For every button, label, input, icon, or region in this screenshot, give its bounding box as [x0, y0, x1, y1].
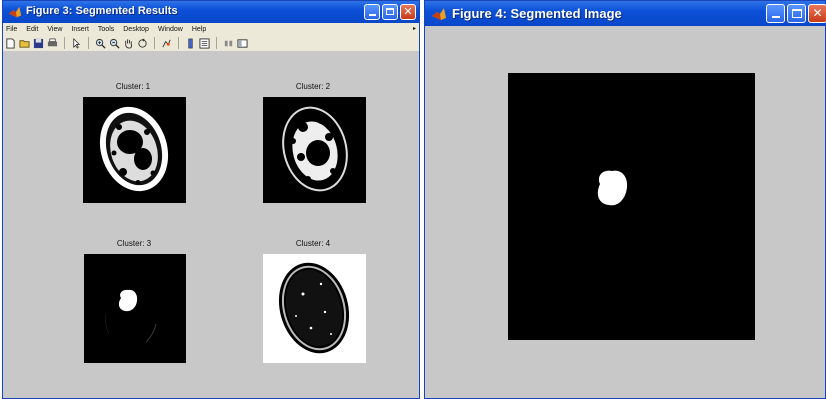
menu-bar: File Edit View Insert Tools Desktop Wind…	[3, 23, 419, 35]
subplot-title-3: Cluster: 3	[116, 239, 152, 248]
save-icon[interactable]	[33, 38, 44, 49]
minimize-button[interactable]	[364, 4, 380, 20]
maximize-button[interactable]	[787, 4, 806, 23]
new-file-icon[interactable]	[5, 37, 16, 49]
hide-plot-tools-icon[interactable]	[223, 38, 234, 49]
window-title: Figure 3: Segmented Results	[26, 5, 178, 17]
pointer-arrow-icon[interactable]	[71, 37, 82, 49]
figure-4-window[interactable]: Figure 4: Segmented Image ✕	[424, 0, 826, 399]
print-icon[interactable]	[47, 38, 58, 49]
data-cursor-icon[interactable]	[161, 38, 172, 49]
zoom-in-icon[interactable]	[95, 38, 106, 49]
maximize-icon	[386, 8, 394, 15]
cluster-2-image[interactable]	[263, 97, 366, 203]
cluster-1-image[interactable]	[83, 97, 186, 203]
open-folder-icon[interactable]	[19, 38, 30, 49]
toolbar-separator	[64, 37, 65, 49]
figure-3-window[interactable]: Figure 3: Segmented Results ✕ File Edit …	[2, 0, 420, 399]
menu-window[interactable]: Window	[158, 26, 183, 33]
subplot-title-1: Cluster: 1	[115, 82, 151, 91]
minimize-button[interactable]	[766, 4, 785, 23]
menu-edit[interactable]: Edit	[26, 26, 38, 33]
menu-insert[interactable]: Insert	[71, 26, 89, 33]
figure-canvas	[425, 26, 825, 398]
window-title: Figure 4: Segmented Image	[452, 6, 622, 21]
toolbar-separator	[154, 37, 155, 49]
rotate-3d-icon[interactable]	[137, 38, 148, 49]
maximize-icon	[792, 9, 802, 18]
colorbar-icon[interactable]	[185, 38, 196, 49]
close-icon: ✕	[403, 5, 413, 18]
menu-tools[interactable]: Tools	[98, 26, 114, 33]
cluster-3-image[interactable]	[84, 254, 186, 363]
cluster-4-image[interactable]	[263, 254, 366, 363]
matlab-icon	[432, 8, 446, 20]
pan-hand-icon[interactable]	[123, 38, 134, 49]
menu-view[interactable]: View	[47, 26, 62, 33]
segmented-image[interactable]	[508, 73, 755, 340]
show-plot-tools-icon[interactable]	[237, 38, 248, 49]
toolbar-separator	[178, 37, 179, 49]
title-bar[interactable]: Figure 3: Segmented Results ✕	[3, 1, 419, 23]
maximize-button[interactable]	[382, 4, 398, 20]
matlab-icon	[8, 6, 22, 18]
zoom-out-icon[interactable]	[109, 38, 120, 49]
close-button[interactable]: ✕	[808, 4, 826, 23]
menu-file[interactable]: File	[6, 26, 17, 33]
menu-desktop[interactable]: Desktop	[123, 26, 149, 33]
toolbar	[3, 35, 419, 52]
toolbar-separator	[216, 37, 217, 49]
subplot-title-2: Cluster: 2	[295, 82, 331, 91]
close-button[interactable]: ✕	[400, 4, 416, 20]
legend-icon[interactable]	[199, 37, 210, 49]
close-icon: ✕	[812, 6, 823, 20]
subplot-title-4: Cluster: 4	[295, 239, 331, 248]
title-bar[interactable]: Figure 4: Segmented Image ✕	[425, 1, 826, 26]
menu-overflow-arrow-icon[interactable]: ▸	[413, 25, 416, 32]
figure-canvas: Cluster: 1 Cluster: 2 Cluster: 3 Cluster…	[3, 51, 419, 398]
toolbar-separator	[88, 37, 89, 49]
minimize-icon	[369, 14, 376, 16]
menu-help[interactable]: Help	[192, 26, 206, 33]
minimize-icon	[772, 16, 780, 18]
